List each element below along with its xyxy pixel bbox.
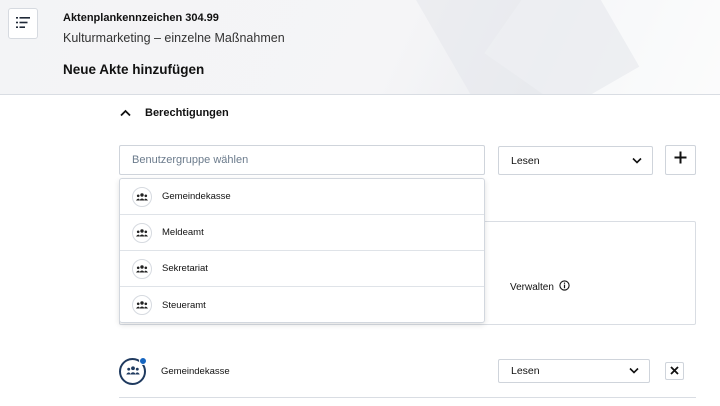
member-row: Gemeindekasse <box>119 356 230 386</box>
info-icon[interactable] <box>559 280 570 294</box>
divider <box>119 397 696 398</box>
role-select-value: Lesen <box>511 154 540 167</box>
header-decoration <box>400 0 640 94</box>
file-plan-subtitle: Kulturmarketing – einzelne Maßnahmen <box>63 31 285 45</box>
group-icon <box>132 222 152 243</box>
status-dot <box>139 356 147 365</box>
add-permission-button[interactable] <box>665 145 696 175</box>
role-select[interactable]: Lesen <box>498 146 653 175</box>
dropdown-item-label: Meldeamt <box>162 227 204 238</box>
avatar <box>119 356 147 385</box>
permissions-section-label: Berechtigungen <box>145 107 229 119</box>
permissions-section-toggle[interactable]: Berechtigungen <box>120 103 229 123</box>
dropdown-item[interactable]: Sekretariat <box>120 251 484 287</box>
group-icon <box>132 258 152 279</box>
manage-option[interactable]: Verwalten <box>510 280 570 294</box>
chevron-down-icon <box>629 365 639 377</box>
member-role-value: Lesen <box>511 365 540 377</box>
group-icon <box>125 362 140 380</box>
list-menu-icon <box>16 15 30 33</box>
menu-button[interactable] <box>8 8 38 39</box>
dropdown-item[interactable]: Steueramt <box>120 287 484 323</box>
dropdown-item[interactable]: Gemeindekasse <box>120 179 484 215</box>
dropdown-item-label: Steueramt <box>162 299 206 311</box>
plus-icon <box>674 151 687 169</box>
page-title: Neue Akte hinzufügen <box>63 62 205 77</box>
group-icon <box>132 295 152 315</box>
user-group-input[interactable] <box>119 145 485 175</box>
member-name: Gemeindekasse <box>161 365 230 377</box>
chevron-up-icon <box>120 104 131 122</box>
user-group-dropdown: Gemeindekasse Meldeamt Sekretariat Steue… <box>119 178 485 323</box>
dropdown-item-label: Sekretariat <box>162 263 208 274</box>
chevron-down-icon <box>632 155 642 167</box>
remove-member-button[interactable] <box>665 362 684 380</box>
group-icon <box>132 186 152 207</box>
close-icon <box>670 362 679 380</box>
dropdown-item-label: Gemeindekasse <box>162 191 231 202</box>
file-plan-code: Aktenplankennzeichen 304.99 <box>63 12 219 24</box>
dropdown-item[interactable]: Meldeamt <box>120 215 484 251</box>
member-role-select[interactable]: Lesen <box>498 359 650 383</box>
manage-label: Verwalten <box>510 281 554 293</box>
